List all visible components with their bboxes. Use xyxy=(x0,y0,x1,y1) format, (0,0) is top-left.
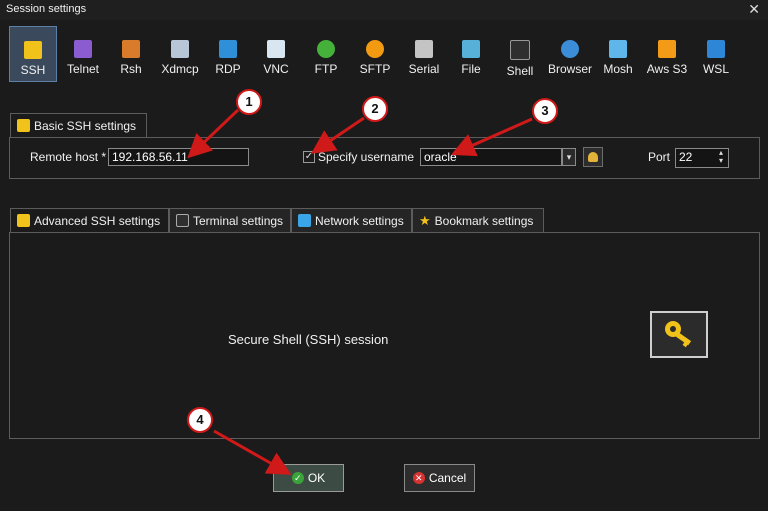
annotation-badge-3: 3 xyxy=(532,98,558,124)
annotation-badge-2: 2 xyxy=(362,96,388,122)
arrow-4 xyxy=(213,429,292,475)
annotation-badge-4: 4 xyxy=(187,407,213,433)
arrow-1 xyxy=(187,108,240,159)
arrow-2 xyxy=(311,116,365,154)
arrow-3 xyxy=(451,117,533,157)
annotation-badge-1: 1 xyxy=(236,89,262,115)
annotation-arrows xyxy=(187,108,533,475)
